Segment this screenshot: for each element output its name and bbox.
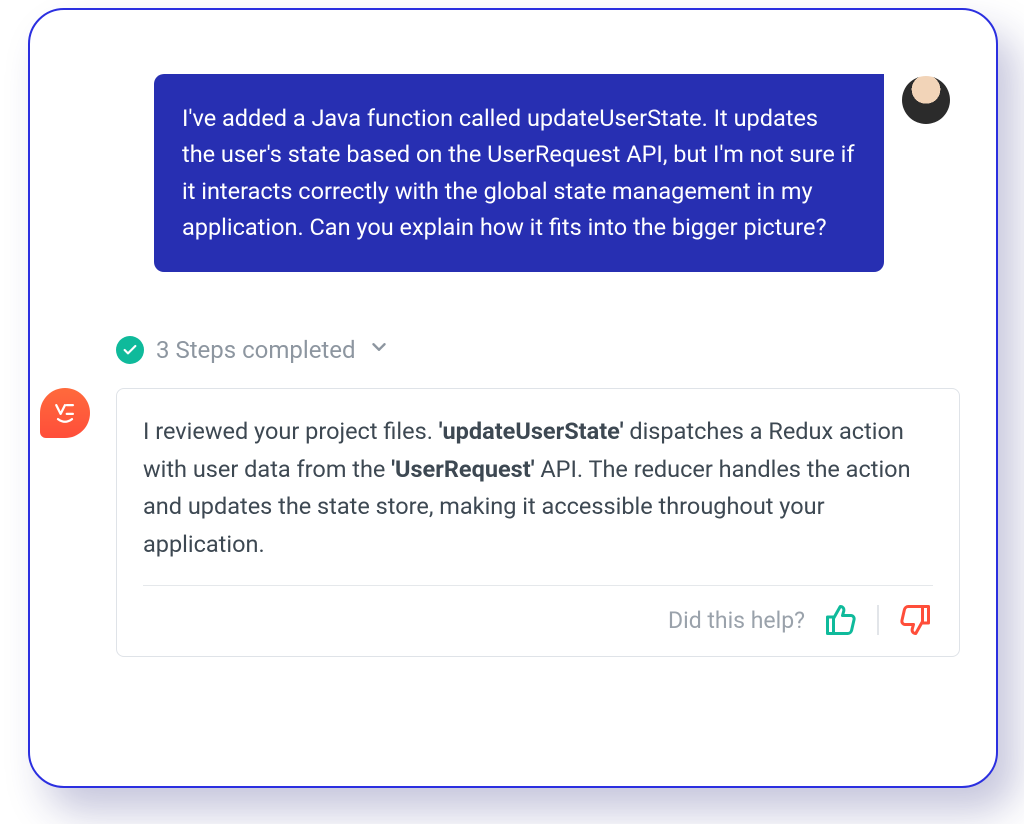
chevron-down-icon <box>368 336 390 364</box>
steps-completed-toggle[interactable]: 3 Steps completed <box>116 336 390 364</box>
ai-response-text: I reviewed your project files. 'updateUs… <box>143 413 933 586</box>
chat-card: I've added a Java function called update… <box>28 8 998 788</box>
thumbs-down-button[interactable] <box>897 602 933 638</box>
ai-text-part: I reviewed your project files. <box>143 417 439 445</box>
check-circle-icon <box>116 336 144 364</box>
user-message-bubble: I've added a Java function called update… <box>154 74 884 272</box>
ai-assistant-avatar <box>40 388 90 438</box>
ai-response-panel: I reviewed your project files. 'updateUs… <box>116 388 960 657</box>
thumbs-up-button[interactable] <box>823 602 859 638</box>
user-message-text: I've added a Java function called update… <box>182 104 855 241</box>
user-avatar <box>902 76 950 124</box>
ai-text-bold: 'UserRequest' <box>391 455 534 483</box>
user-message-row: I've added a Java function called update… <box>154 74 950 272</box>
feedback-row: Did this help? <box>143 586 933 638</box>
feedback-prompt: Did this help? <box>668 607 805 634</box>
steps-completed-label: 3 Steps completed <box>156 336 356 364</box>
ai-text-bold: 'updateUserState' <box>439 417 624 445</box>
feedback-separator <box>877 605 879 635</box>
